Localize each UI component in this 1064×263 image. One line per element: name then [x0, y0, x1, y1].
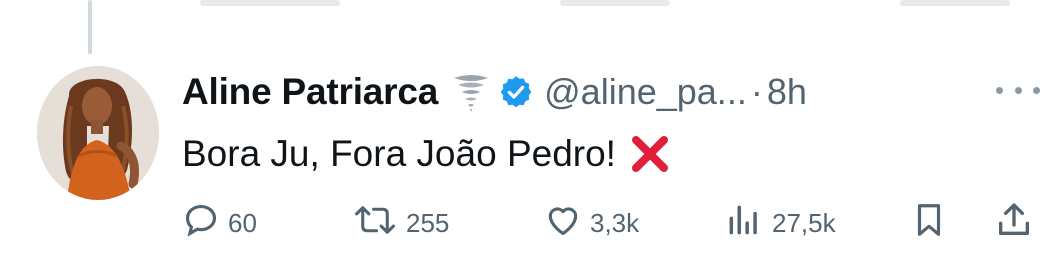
views-icon	[724, 201, 764, 246]
views-button[interactable]: 27,5k	[724, 198, 836, 248]
tweet-header: Aline Patriarca @aline_pa... · 8h	[182, 64, 807, 120]
avatar[interactable]	[37, 66, 159, 200]
share-button[interactable]	[994, 198, 1034, 248]
thread-connector-line	[88, 0, 92, 54]
bookmark-icon	[910, 200, 948, 247]
previous-tweet-edge	[560, 0, 670, 6]
more-options-icon[interactable]	[996, 80, 1040, 100]
separator-dot: ·	[750, 71, 763, 112]
author-name[interactable]: Aline Patriarca	[182, 71, 438, 113]
like-icon	[544, 201, 582, 246]
tornado-emoji-icon	[452, 72, 490, 112]
views-count: 27,5k	[772, 207, 836, 238]
previous-tweet-edge	[200, 0, 340, 6]
verified-badge-icon[interactable]	[498, 74, 534, 110]
share-icon	[994, 200, 1034, 247]
retweet-icon	[352, 201, 398, 246]
reply-icon	[182, 201, 220, 246]
tweet-text: Bora Ju, Fora João Pedro!	[182, 133, 616, 174]
retweet-button[interactable]: 255	[352, 198, 449, 248]
author-handle[interactable]: @aline_pa...	[544, 71, 747, 113]
tweet-actions-bar: 60 255 3,3k 27,5k	[182, 198, 1042, 248]
reply-count: 60	[228, 207, 257, 238]
bookmark-button[interactable]	[910, 198, 948, 248]
like-button[interactable]: 3,3k	[544, 198, 639, 248]
tweet-body: Bora Ju, Fora João Pedro!	[182, 126, 670, 182]
previous-tweet-edge	[900, 0, 1010, 6]
reply-button[interactable]: 60	[182, 198, 257, 248]
like-count: 3,3k	[590, 207, 640, 238]
retweet-count: 255	[406, 207, 450, 238]
cross-mark-emoji-icon	[630, 134, 670, 174]
tweet-timestamp[interactable]: 8h	[767, 71, 807, 113]
